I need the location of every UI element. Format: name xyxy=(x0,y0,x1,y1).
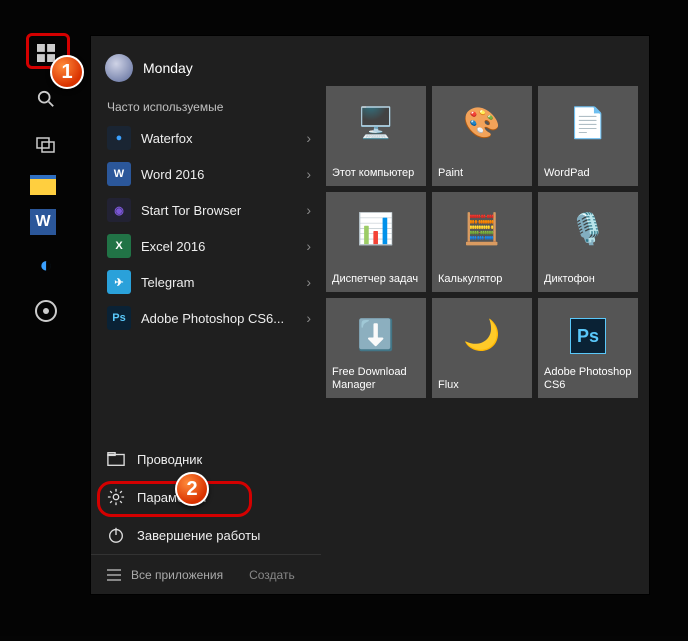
app-icon: X xyxy=(107,234,131,258)
app-label: Adobe Photoshop CS6... xyxy=(141,311,296,326)
app-row-2[interactable]: ◉ Start Tor Browser › xyxy=(91,192,321,228)
tile-5[interactable]: 🎙️ Диктофон xyxy=(538,192,638,292)
app-label: Waterfox xyxy=(141,131,296,146)
app-label: Start Tor Browser xyxy=(141,203,296,218)
explorer-button[interactable]: Проводник xyxy=(91,440,321,478)
tile-7[interactable]: 🌙 Flux xyxy=(432,298,532,398)
tile-label: Free Download Manager xyxy=(332,366,420,392)
tile-1[interactable]: 🎨 Paint xyxy=(432,86,532,186)
section-most-used: Часто используемые xyxy=(91,90,321,120)
file-explorer-icon[interactable] xyxy=(30,175,56,195)
start-menu: Monday Часто используемые ● Waterfox › W Wor… xyxy=(90,35,650,595)
app-row-5[interactable]: Ps Adobe Photoshop CS6... › xyxy=(91,300,321,336)
task-view-icon[interactable] xyxy=(30,129,62,161)
tile-icon: 🧮 xyxy=(463,212,500,247)
word-icon[interactable]: W xyxy=(30,209,56,235)
chevron-right-icon: › xyxy=(306,202,311,218)
tile-icon: 🖥️ xyxy=(357,106,394,141)
app-icon: ✈ xyxy=(107,270,131,294)
app-icon: ◉ xyxy=(107,198,131,222)
chevron-right-icon: › xyxy=(306,166,311,182)
tile-2[interactable]: 📄 WordPad xyxy=(538,86,638,186)
app-row-4[interactable]: ✈ Telegram › xyxy=(91,264,321,300)
tile-6[interactable]: ⬇️ Free Download Manager xyxy=(326,298,426,398)
tile-icon: 🎙️ xyxy=(569,212,606,247)
waterfox-icon[interactable]: ◐ xyxy=(30,249,62,281)
explorer-label: Проводник xyxy=(137,452,202,467)
app-icon: Ps xyxy=(107,306,131,330)
create-button[interactable]: Создать xyxy=(249,568,295,582)
avatar xyxy=(105,54,133,82)
power-label: Завершение работы xyxy=(137,528,260,543)
power-button[interactable]: Завершение работы xyxy=(91,516,321,554)
tile-icon: ⬇️ xyxy=(357,318,394,353)
tile-icon: 📊 xyxy=(357,212,394,247)
groove-music-icon[interactable] xyxy=(30,295,62,327)
tile-label: WordPad xyxy=(544,167,632,180)
chevron-right-icon: › xyxy=(306,274,311,290)
tile-4[interactable]: 🧮 Калькулятор xyxy=(432,192,532,292)
app-row-0[interactable]: ● Waterfox › xyxy=(91,120,321,156)
chevron-right-icon: › xyxy=(306,130,311,146)
tile-label: Flux xyxy=(438,379,526,392)
tile-label: Диспетчер задач xyxy=(332,273,420,286)
tile-label: Диктофон xyxy=(544,273,632,286)
search-icon[interactable] xyxy=(30,83,62,115)
app-row-1[interactable]: W Word 2016 › xyxy=(91,156,321,192)
app-label: Excel 2016 xyxy=(141,239,296,254)
app-row-3[interactable]: X Excel 2016 › xyxy=(91,228,321,264)
user-account-button[interactable]: Monday xyxy=(91,46,321,90)
tile-icon: 🌙 xyxy=(463,318,500,353)
tile-label: Adobe Photoshop CS6 xyxy=(544,366,632,392)
app-label: Word 2016 xyxy=(141,167,296,182)
tile-label: Калькулятор xyxy=(438,273,526,286)
tile-3[interactable]: 📊 Диспетчер задач xyxy=(326,192,426,292)
callout-badge-1: 1 xyxy=(50,55,84,89)
user-name: Monday xyxy=(143,60,193,76)
chevron-right-icon: › xyxy=(306,238,311,254)
tile-label: Этот компьютер xyxy=(332,167,420,180)
app-icon: ● xyxy=(107,126,131,150)
tile-label: Paint xyxy=(438,167,526,180)
all-apps-label: Все приложения xyxy=(131,568,223,582)
tile-icon: 🎨 xyxy=(463,106,500,141)
app-label: Telegram xyxy=(141,275,296,290)
tile-icon: 📄 xyxy=(569,106,606,141)
tile-8[interactable]: PsAdobe Photoshop CS6 xyxy=(538,298,638,398)
callout-badge-2: 2 xyxy=(175,472,209,506)
app-icon: W xyxy=(107,162,131,186)
all-apps-button[interactable]: Все приложения xyxy=(107,568,223,582)
tile-0[interactable]: 🖥️ Этот компьютер xyxy=(326,86,426,186)
chevron-right-icon: › xyxy=(306,310,311,326)
